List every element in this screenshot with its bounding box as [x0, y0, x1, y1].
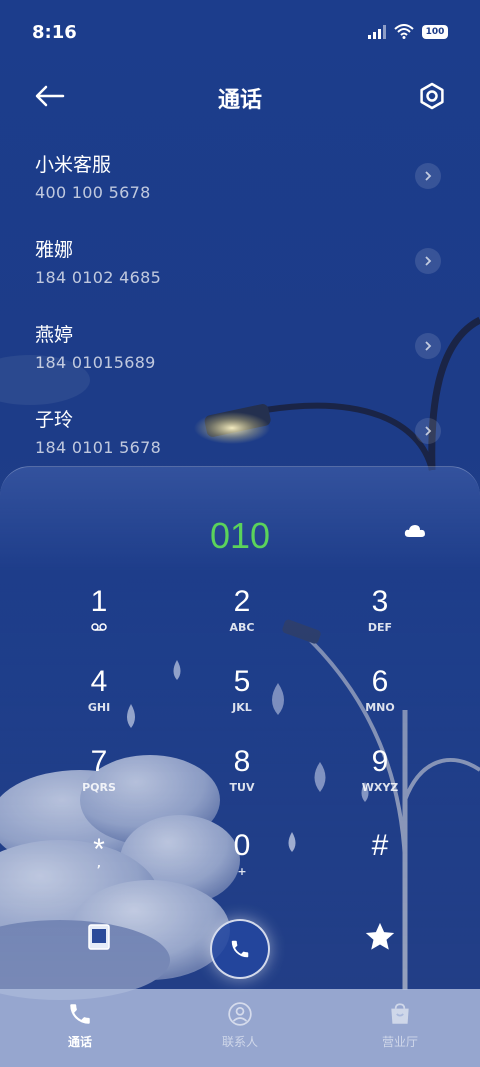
key-8[interactable]: 8 TUV [182, 745, 302, 815]
status-icons: 100 [368, 24, 448, 39]
bottom-nav: 通话 联系人 营业厅 [0, 989, 480, 1067]
key-7[interactable]: 7 PQRS [39, 745, 159, 815]
key-9[interactable]: 9 WXYZ [320, 745, 440, 815]
voicemail-icon [91, 623, 107, 631]
contact-name: 雅娜 [35, 239, 74, 261]
recent-calls-list: 小米客服 400 100 5678 雅娜 184 0102 4685 燕婷 18… [0, 140, 480, 480]
key-hash[interactable]: # [320, 829, 440, 899]
phone-icon [231, 940, 249, 958]
person-icon [228, 1002, 252, 1026]
wifi-icon [394, 24, 414, 39]
phone-screen: 8:16 100 通话 小米客服 400 100 5678 雅娜 184 010… [0, 0, 480, 1067]
key-star[interactable]: * , [39, 833, 159, 903]
detail-button[interactable] [415, 248, 441, 274]
store-icon [391, 1003, 409, 1024]
chevron-right-icon [425, 256, 432, 266]
chevron-right-icon [425, 171, 432, 181]
contact-name: 子玲 [35, 409, 74, 431]
star-icon [365, 922, 395, 950]
tab-label: 联系人 [221, 1035, 258, 1049]
app-bar: 通话 [0, 72, 480, 120]
key-5[interactable]: 5 JKL [182, 665, 302, 735]
key-0[interactable]: 0 + [182, 829, 302, 899]
detail-button[interactable] [415, 163, 441, 189]
tab-label: 营业厅 [381, 1035, 418, 1049]
page-title: 通话 [217, 88, 262, 113]
tab-label: 通话 [67, 1035, 92, 1049]
battery-icon: 100 [422, 24, 448, 39]
chevron-right-icon [425, 426, 432, 436]
dialpad-panel: 010 1 2 ABC 3 DEF 4 GHI 5 JKL 6 MNO 7 PQ… [0, 466, 480, 989]
status-time: 8:16 [32, 22, 77, 43]
contact-number: 400 100 5678 [35, 183, 151, 202]
status-bar: 8:16 100 [0, 0, 480, 64]
tab-calls[interactable]: 通话 [0, 989, 160, 1067]
contact-number: 184 0101 5678 [35, 438, 162, 457]
phone-icon [70, 1004, 90, 1024]
tab-store[interactable]: 营业厅 [320, 989, 480, 1067]
contact-number: 184 0102 4685 [35, 268, 162, 287]
favorites-button[interactable] [348, 905, 412, 969]
recent-call-item[interactable]: 雅娜 184 0102 4685 [0, 225, 480, 310]
key-4[interactable]: 4 GHI [39, 665, 159, 735]
gear-icon [420, 82, 444, 110]
contact-name: 小米客服 [35, 154, 112, 176]
call-button[interactable] [210, 919, 270, 979]
contact-card-button[interactable] [67, 905, 131, 969]
recent-call-item[interactable]: 小米客服 400 100 5678 [0, 140, 480, 225]
key-2[interactable]: 2 ABC [182, 585, 302, 655]
key-3[interactable]: 3 DEF [320, 585, 440, 655]
settings-button[interactable] [414, 78, 450, 114]
detail-button[interactable] [415, 418, 441, 444]
detail-button[interactable] [415, 333, 441, 359]
signal-icon [368, 24, 386, 39]
tab-contacts[interactable]: 联系人 [160, 989, 320, 1067]
key-6[interactable]: 6 MNO [320, 665, 440, 735]
cloud-button[interactable] [404, 523, 432, 545]
cloud-icon [404, 525, 425, 537]
contact-number: 184 01015689 [35, 353, 156, 372]
key-1[interactable]: 1 [39, 585, 159, 655]
contact-card-icon [88, 924, 110, 950]
contact-name: 燕婷 [35, 324, 74, 346]
recent-call-item[interactable]: 燕婷 184 01015689 [0, 310, 480, 395]
chevron-right-icon [425, 341, 432, 351]
